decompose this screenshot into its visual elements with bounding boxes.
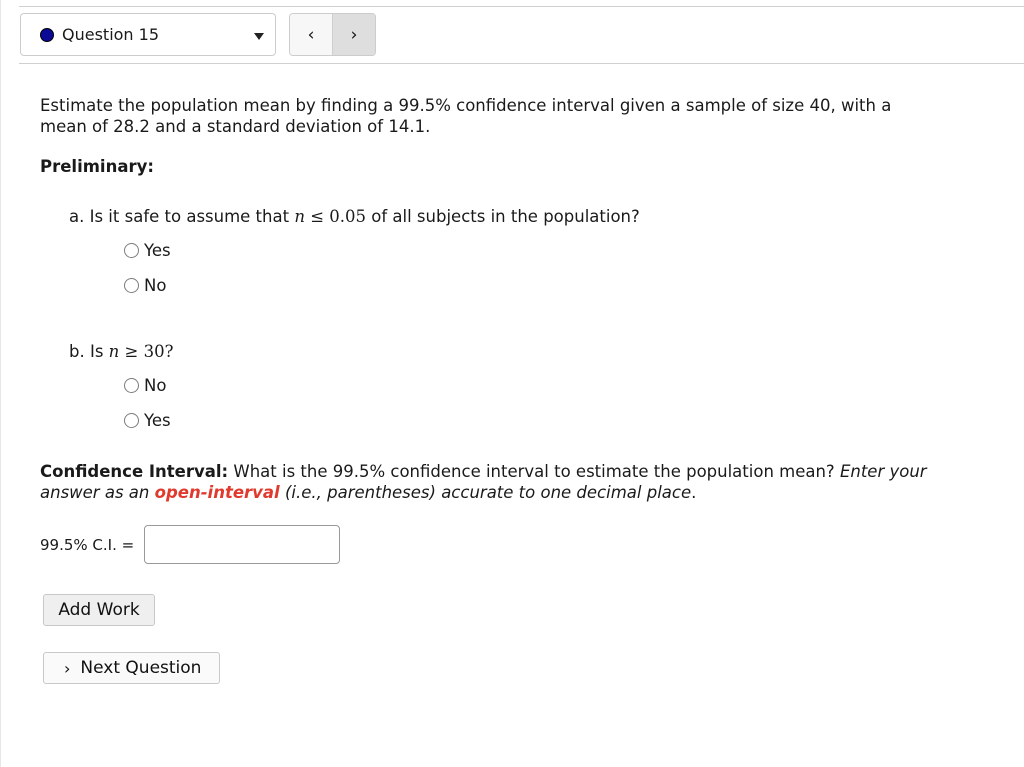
caret-down-icon [254,33,264,40]
previous-question-button[interactable]: ‹ [290,14,333,55]
radio-a-no[interactable]: No [124,276,166,295]
question-b-math: n ≥ 30? [109,342,174,361]
math-variable-n: n [108,342,120,361]
question-a-math: n ≤ 0.05 [294,207,366,226]
radio-b-yes[interactable]: Yes [124,411,171,430]
radio-button-icon[interactable] [124,378,139,393]
radio-label: No [144,376,167,395]
problem-statement: Estimate the population mean by finding … [40,96,892,136]
question-a-suffix: of all subjects in the population? [366,207,640,226]
radio-label: Yes [144,241,171,260]
chevron-right-icon: › [64,658,71,678]
radio-button-icon[interactable] [124,413,139,428]
chevron-right-icon: › [350,24,358,45]
header-divider [19,63,1024,64]
next-question-label: Next Question [80,658,202,678]
ci-period: . [691,483,697,502]
top-divider [19,6,1024,7]
ci-highlight-open-interval: open-interval [154,483,280,502]
radio-a-yes[interactable]: Yes [124,241,171,260]
math-relation: ≥ 30? [119,342,174,361]
radio-b-no[interactable]: No [124,376,166,395]
ci-instruction-b: (i.e., parentheses) accurate to one deci… [279,483,692,502]
page-left-border [0,0,1,767]
question-b: b. Is n ≥ 30? [69,341,173,362]
question-a-prefix: a. Is it safe to assume that [69,207,295,226]
radio-button-icon[interactable] [124,243,139,258]
chevron-left-icon: ‹ [307,24,315,45]
question-nav-group: ‹ › [289,13,376,56]
ci-answer-input[interactable] [144,525,340,564]
confidence-interval-question: Confidence Interval: What is the 99.5% c… [40,461,940,503]
ci-question: What is the 99.5% confidence interval to… [228,462,840,481]
radio-button-icon[interactable] [124,278,139,293]
question-select-dropdown[interactable]: Question 15 [20,13,276,56]
add-work-button[interactable]: Add Work [43,594,155,626]
next-question-nav-button[interactable]: › [333,14,375,55]
ci-answer-label: 99.5% C.I. = [40,536,135,554]
radio-label: Yes [144,411,171,430]
next-question-button[interactable]: › Next Question [43,652,220,684]
preliminary-heading: Preliminary: [40,157,154,176]
ci-heading: Confidence Interval: [40,462,229,481]
question-a: a. Is it safe to assume that n ≤ 0.05 of… [69,206,640,227]
radio-label: No [144,276,167,295]
question-status-dot-icon [40,27,54,42]
math-relation: ≤ 0.05 [304,207,367,226]
question-b-prefix: b. Is [69,342,109,361]
question-select-label: Question 15 [62,25,160,44]
math-variable-n: n [294,207,305,226]
